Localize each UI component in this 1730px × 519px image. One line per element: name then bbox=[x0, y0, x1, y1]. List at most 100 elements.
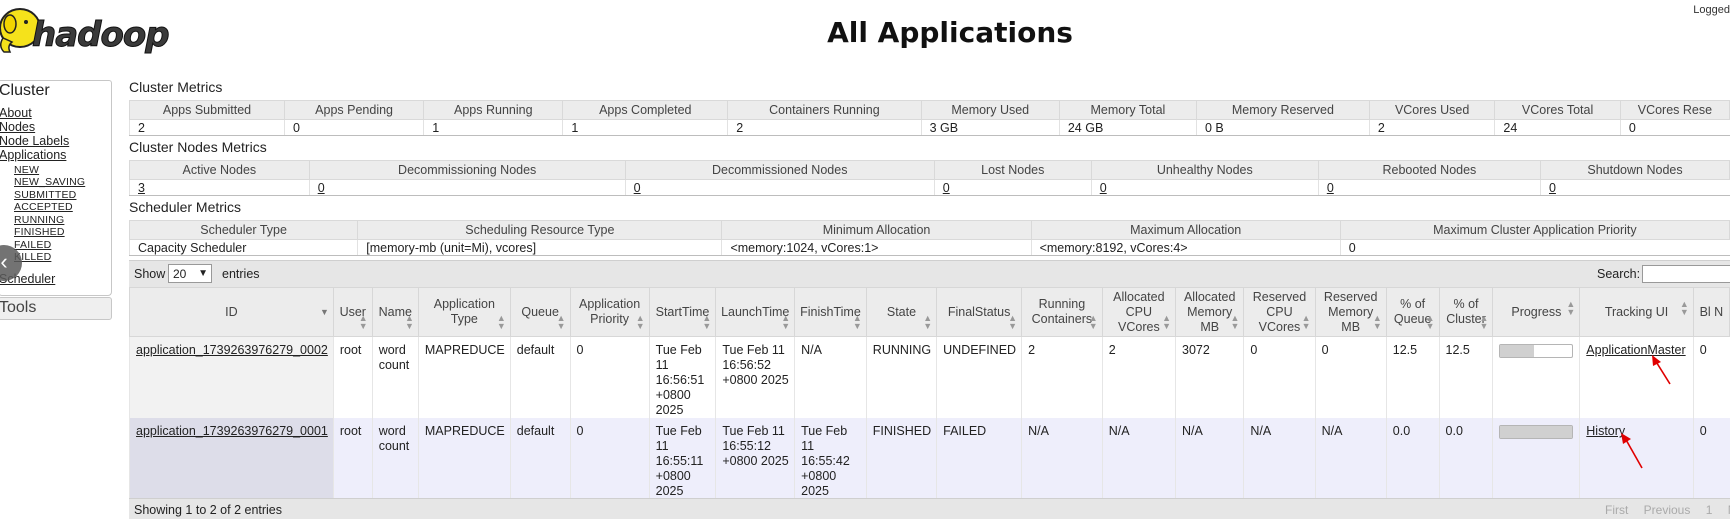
reserved-vcores-cell: 0 bbox=[1243, 336, 1316, 418]
table-row: application_1739263976279_0002 root word… bbox=[129, 336, 1730, 418]
entries-per-page-select[interactable]: 20 ▼ bbox=[168, 264, 212, 283]
col-start-time[interactable]: StartTime ▲ ▼ bbox=[648, 287, 717, 337]
app-id-link[interactable]: application_1739263976279_0001 bbox=[136, 424, 328, 438]
memory-total-value: 24 GB bbox=[1058, 119, 1197, 136]
blacklisted-cell: 0 bbox=[1692, 336, 1730, 418]
pct-queue-cell: 0.0 bbox=[1385, 418, 1440, 499]
sidebar-tools-header[interactable]: Tools bbox=[0, 297, 112, 320]
decommissioning-nodes-link[interactable]: 0 bbox=[318, 181, 325, 195]
sidebar-state-finished[interactable]: FINISHED bbox=[14, 226, 65, 238]
user-cell: root bbox=[332, 418, 373, 499]
pager-page-1-button[interactable]: 1 bbox=[1706, 503, 1713, 517]
shutdown-nodes-link[interactable]: 0 bbox=[1549, 181, 1556, 195]
col-running-containers[interactable]: Running Containers ▲ ▼ bbox=[1021, 287, 1103, 337]
col-id[interactable]: ID ▼ bbox=[129, 287, 334, 337]
unhealthy-nodes-value[interactable]: 0 bbox=[1090, 179, 1319, 196]
unhealthy-nodes-link[interactable]: 0 bbox=[1100, 181, 1107, 195]
lost-nodes-link[interactable]: 0 bbox=[943, 181, 950, 195]
sidebar-state-failed[interactable]: FAILED bbox=[14, 239, 51, 251]
col-name[interactable]: Name ▲ ▼ bbox=[371, 287, 419, 337]
sidebar-state-accepted[interactable]: ACCEPTED bbox=[14, 201, 73, 213]
col-pct-cluster[interactable]: % of Cluster ▲ ▼ bbox=[1438, 287, 1494, 337]
sidebar-link-about[interactable]: About bbox=[0, 106, 32, 120]
alloc-vcores-cell: 2 bbox=[1101, 336, 1176, 418]
col-tracking-ui[interactable]: Tracking UI ▲ ▼ bbox=[1579, 287, 1694, 337]
sidebar-state-new[interactable]: NEW bbox=[14, 164, 39, 176]
sidebar-link-nodes[interactable]: Nodes bbox=[0, 120, 35, 134]
launch-time-cell: Tue Feb 11 16:56:52 +0800 2025 bbox=[715, 336, 795, 418]
decommissioned-nodes-link[interactable]: 0 bbox=[634, 181, 641, 195]
col-allocated-memory-mb[interactable]: Allocated Memory MB ▲ ▼ bbox=[1174, 287, 1245, 337]
col-blacklisted-nodes[interactable]: Bl N bbox=[1692, 287, 1730, 337]
col-reserved-memory-mb[interactable]: Reserved Memory MB ▲ ▼ bbox=[1314, 287, 1387, 337]
scheduler-metrics-title: Scheduler Metrics bbox=[129, 199, 242, 215]
reserved-memory-cell: 0 bbox=[1314, 336, 1387, 418]
pager-first-button[interactable]: First bbox=[1605, 503, 1628, 517]
rebooted-nodes-value[interactable]: 0 bbox=[1317, 179, 1541, 196]
col-final-status[interactable]: FinalStatus ▲ ▼ bbox=[936, 287, 1023, 337]
col-queue[interactable]: Queue ▲ ▼ bbox=[509, 287, 571, 337]
sidebar-link-applications[interactable]: Applications bbox=[0, 148, 66, 162]
search-input[interactable] bbox=[1642, 265, 1730, 283]
scheduler-metrics-table: Scheduler Type Scheduling Resource Type … bbox=[128, 220, 1730, 256]
col-pct-queue[interactable]: % of Queue ▲ ▼ bbox=[1385, 287, 1440, 337]
app-id-cell[interactable]: application_1739263976279_0001 bbox=[129, 418, 334, 499]
shutdown-nodes-value[interactable]: 0 bbox=[1539, 179, 1730, 196]
state-cell: RUNNING bbox=[865, 336, 937, 418]
start-time-cell: Tue Feb 11 16:56:51 +0800 2025 bbox=[648, 336, 716, 418]
memory-reserved-value: 0 B bbox=[1195, 119, 1370, 136]
scheduler-type-value: Capacity Scheduler bbox=[128, 239, 358, 256]
sidebar-state-submitted[interactable]: SUBMITTED bbox=[14, 189, 76, 201]
decommissioning-nodes-value[interactable]: 0 bbox=[308, 179, 626, 196]
nodes-metrics-table: Active Nodes Decommissioning Nodes Decom… bbox=[129, 160, 1730, 196]
finish-time-cell: Tue Feb 11 16:55:42 +0800 2025 bbox=[794, 418, 867, 499]
col-shutdown-nodes: Shutdown Nodes bbox=[1539, 160, 1730, 180]
col-application-priority[interactable]: Application Priority ▲ ▼ bbox=[569, 287, 650, 337]
col-progress[interactable]: Progress ▲ ▼ bbox=[1492, 287, 1581, 337]
chevron-down-icon: ▼ bbox=[198, 268, 208, 279]
col-allocated-cpu-vcores[interactable]: Allocated CPU VCores ▲ ▼ bbox=[1101, 287, 1177, 337]
progress-cell bbox=[1492, 336, 1580, 418]
search-label: Search: bbox=[1597, 267, 1641, 281]
progress-bar bbox=[1499, 344, 1574, 358]
col-minimum-allocation: Minimum Allocation bbox=[721, 220, 1032, 240]
active-nodes-value[interactable]: 3 bbox=[129, 179, 310, 196]
sidebar-state-new-saving[interactable]: NEW_SAVING bbox=[14, 176, 85, 188]
col-apps-running: Apps Running bbox=[423, 100, 564, 120]
col-lost-nodes: Lost Nodes bbox=[933, 160, 1092, 180]
lost-nodes-value[interactable]: 0 bbox=[933, 179, 1092, 196]
user-cell: root bbox=[332, 336, 373, 418]
running-containers-cell: 2 bbox=[1021, 336, 1103, 418]
decommissioned-nodes-value[interactable]: 0 bbox=[624, 179, 935, 196]
col-launch-time[interactable]: LaunchTime ▲ ▼ bbox=[715, 287, 796, 337]
col-application-type[interactable]: Application Type ▲ ▼ bbox=[417, 287, 511, 337]
pct-cluster-cell: 12.5 bbox=[1438, 336, 1493, 418]
col-vcores-reserved: VCores Rese bbox=[1619, 100, 1730, 120]
name-cell: word count bbox=[371, 336, 419, 418]
app-id-cell[interactable]: application_1739263976279_0002 bbox=[129, 336, 334, 418]
pager-previous-button[interactable]: Previous bbox=[1644, 503, 1691, 517]
col-apps-submitted: Apps Submitted bbox=[129, 100, 285, 120]
queue-cell: default bbox=[509, 336, 571, 418]
sidebar-state-running[interactable]: RUNNING bbox=[14, 214, 64, 226]
col-reserved-cpu-vcores[interactable]: Reserved CPU VCores ▲ ▼ bbox=[1243, 287, 1316, 337]
alloc-memory-cell: 3072 bbox=[1174, 336, 1244, 418]
col-state[interactable]: State ▲ ▼ bbox=[865, 287, 938, 337]
col-finish-time[interactable]: FinishTime ▲ ▼ bbox=[794, 287, 867, 337]
col-active-nodes: Active Nodes bbox=[129, 160, 310, 180]
sidebar-link-node-labels[interactable]: Node Labels bbox=[0, 134, 69, 148]
col-vcores-used: VCores Used bbox=[1368, 100, 1496, 120]
entries-select-value: 20 bbox=[173, 267, 187, 281]
sort-icon: ▲ ▼ bbox=[1566, 299, 1576, 317]
app-id-link[interactable]: application_1739263976279_0002 bbox=[136, 343, 328, 357]
applications-header-row: ID ▼ User ▲ ▼ Name ▲ ▼ Application Type ▲ ▼ Que… bbox=[129, 287, 1730, 337]
active-nodes-link[interactable]: 3 bbox=[138, 181, 145, 195]
sidebar-cluster-label: Cluster bbox=[0, 82, 50, 99]
progress-bar-fill bbox=[1500, 426, 1573, 438]
state-cell: FINISHED bbox=[865, 418, 937, 499]
col-scheduling-resource-type: Scheduling Resource Type bbox=[357, 220, 723, 240]
rebooted-nodes-link[interactable]: 0 bbox=[1327, 181, 1334, 195]
sort-icon: ▲ ▼ bbox=[852, 313, 862, 331]
sort-icon: ▲ ▼ bbox=[702, 313, 712, 331]
col-user[interactable]: User ▲ ▼ bbox=[332, 287, 373, 337]
